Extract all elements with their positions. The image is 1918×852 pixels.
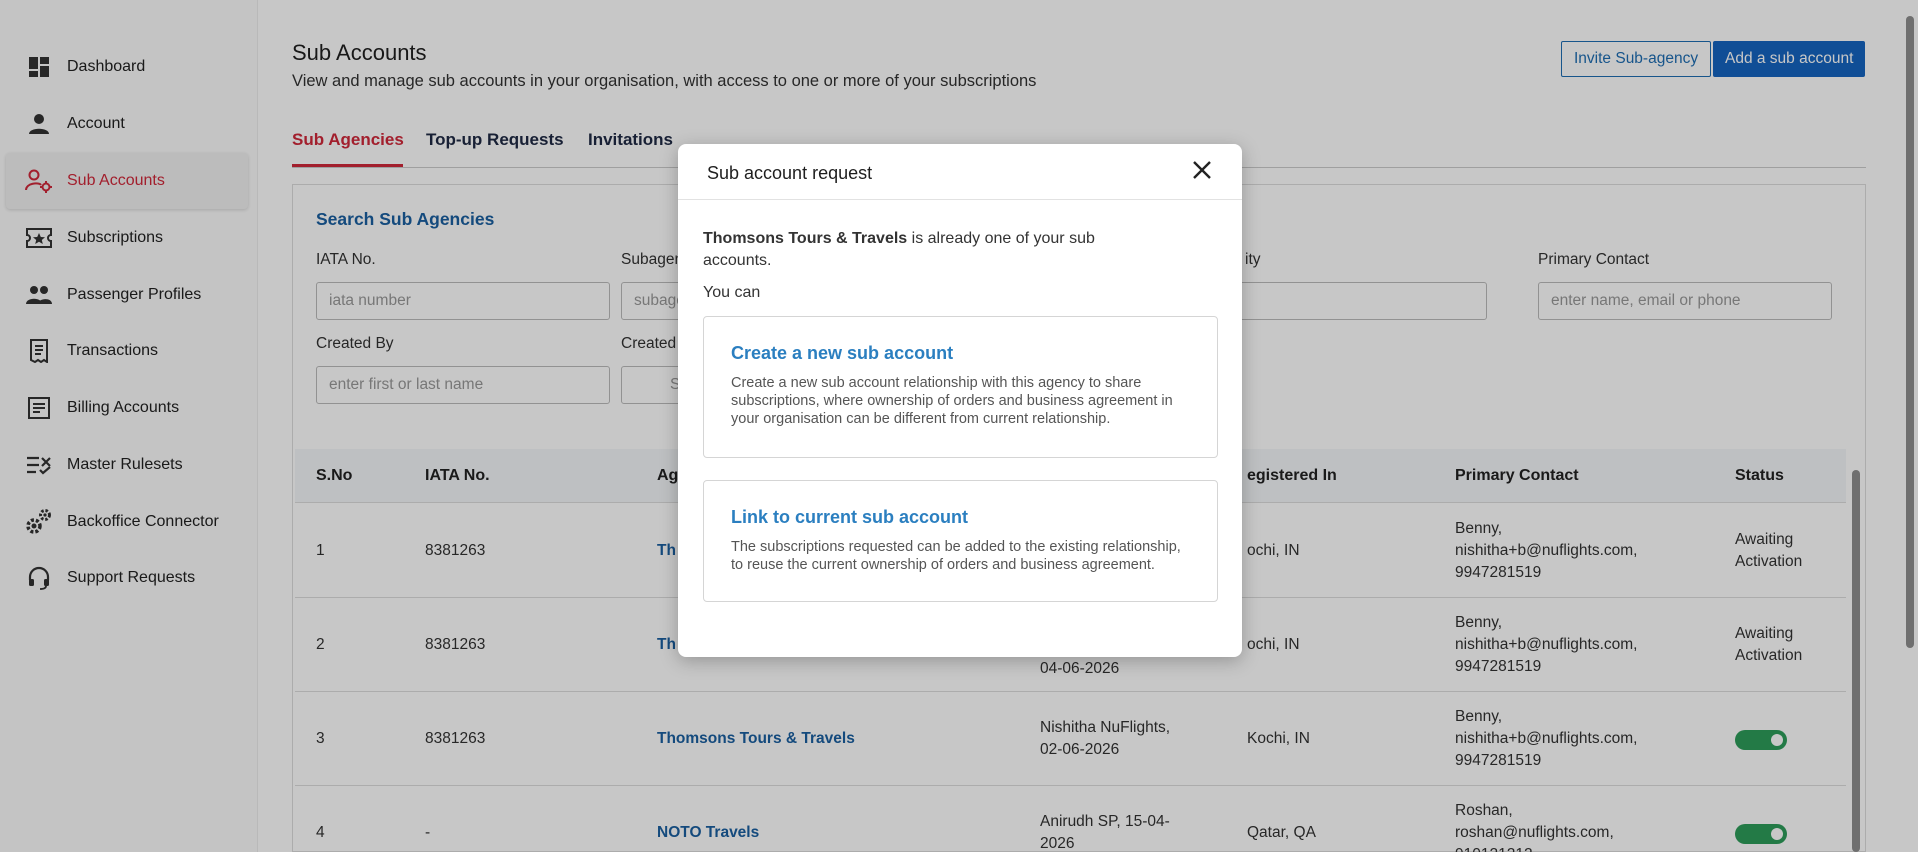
close-button[interactable] (1186, 156, 1218, 188)
close-icon (1193, 160, 1211, 184)
sub-account-request-modal: Sub account request Thomsons Tours & Tra… (678, 144, 1242, 657)
agency-name: Thomsons Tours & Travels (703, 230, 908, 247)
link-current-sub-account-option[interactable]: Link to current sub account The subscrip… (703, 480, 1218, 602)
option-description: Create a new sub account relationship wi… (731, 375, 1173, 427)
modal-message: Thomsons Tours & Travels is already one … (703, 228, 1103, 272)
option-description: The subscriptions requested can be added… (731, 539, 1181, 573)
you-can-text: You can (703, 284, 761, 301)
option-title[interactable]: Create a new sub account (731, 343, 953, 364)
modal-title: Sub account request (707, 163, 873, 183)
create-new-sub-account-option[interactable]: Create a new sub account Create a new su… (703, 316, 1218, 458)
modal-header: Sub account request (678, 144, 1242, 200)
option-title[interactable]: Link to current sub account (731, 507, 968, 528)
